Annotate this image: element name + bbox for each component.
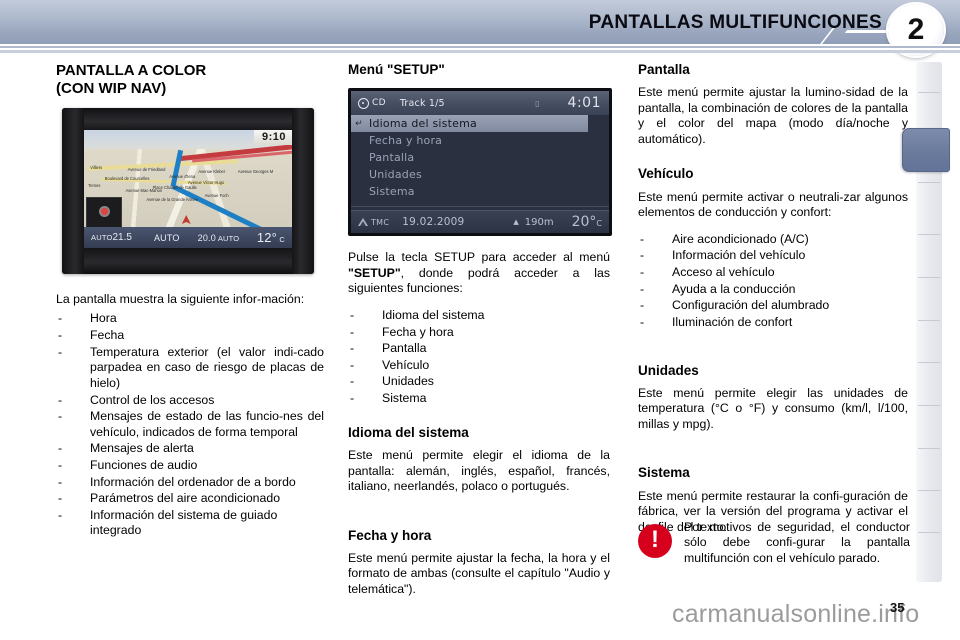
vehiculo-heading: Vehículo (638, 166, 694, 182)
track-indicator: Track 1/5 (399, 97, 445, 109)
nav-screen: Villiers Avenue de Friedland Avenue Kleb… (84, 130, 292, 248)
list-item: Parámetros del aire acondicionado (56, 491, 324, 507)
altitude-display: 190m (524, 216, 554, 228)
safety-warning-box: ! Por motivos de seguridad, el conductor… (638, 520, 910, 566)
list-item: Aire acondicionado (A/C) (638, 232, 908, 248)
setup-menu-item-label: Unidades (369, 168, 422, 182)
fecha-heading: Fecha y hora (348, 527, 432, 543)
setup-intro-part1: Pulse la tecla SETUP para acceder al men… (348, 250, 610, 265)
list-item: Mensajes de estado de las funcio-nes del… (56, 409, 324, 440)
setup-outside-temperature: 20°C (571, 214, 602, 231)
display-info-list: Hora Fecha Temperatura exterior (el valo… (56, 311, 324, 539)
left-column: PANTALLA A COLOR (CON WIP NAV) Villiers … (56, 62, 324, 549)
setup-intro-paragraph: Pulse la tecla SETUP para acceder al men… (348, 250, 610, 296)
warning-exclamation-icon: ! (638, 524, 672, 558)
list-item: Información del ordenador de a bordo (56, 475, 324, 491)
setup-menu-item-fecha[interactable]: Fecha y hora (351, 132, 609, 149)
outside-temperature: 12° C (256, 230, 285, 245)
list-item: Temperatura exterior (el valor indi-cado… (56, 345, 324, 392)
chapter-tab-active[interactable] (902, 128, 950, 172)
list-item: Ayuda a la conducción (638, 282, 908, 298)
hvac-center: AUTO (153, 232, 180, 243)
list-item: Control de los accesos (56, 393, 324, 409)
pantalla-body: Este menú permite ajustar la lumino-sida… (638, 85, 908, 146)
fecha-body: Este menú permite ajustar la fecha, la h… (348, 550, 610, 596)
unidades-heading: Unidades (638, 362, 699, 378)
setup-menu-screenshot: CD Track 1/5 ▯ 4:01 ↵ Idioma del sistema… (348, 88, 612, 237)
display-bezel-top (62, 108, 314, 130)
list-item: Unidades (348, 374, 610, 390)
tmc-label: TMC (371, 217, 390, 227)
setup-menu-list: ↵ Idioma del sistema Fecha y hora Pantal… (351, 115, 609, 200)
tmc-icon (358, 218, 368, 227)
page-number: 35 (890, 600, 905, 615)
display-bezel-right (292, 108, 314, 274)
setup-menu-item-label: Fecha y hora (369, 134, 443, 148)
audio-source-label: CD (372, 98, 386, 109)
heading-line-1: PANTALLA A COLOR (56, 62, 207, 79)
setup-menu-item-unidades[interactable]: Unidades (351, 166, 609, 183)
watermark: carmanualsonline.info (672, 600, 920, 628)
setup-menu-item-sistema[interactable]: Sistema (351, 183, 609, 200)
display-bezel-bottom (62, 248, 314, 274)
cd-icon (358, 97, 369, 109)
altitude-arrow-icon: ▲ (513, 218, 519, 227)
list-item: Mensajes de alerta (56, 441, 324, 457)
setup-status-bar-top: CD Track 1/5 ▯ 4:01 (351, 91, 609, 116)
list-item: Información del vehículo (638, 248, 908, 264)
list-item: Idioma del sistema (348, 308, 610, 324)
left-column-heading: PANTALLA A COLOR (CON WIP NAV) (56, 62, 324, 98)
setup-status-bar-bottom: TMC 19.02.2009 ▲ 190m 20°C (351, 211, 609, 234)
chapter-number: 2 (907, 13, 925, 46)
hvac-right: 20.0 AUTO (197, 232, 240, 243)
page-header: PANTALLAS MULTIFUNCIONES 2 (0, 0, 960, 56)
setup-menu-item-label: Sistema (369, 185, 415, 199)
setup-menu-item-pantalla[interactable]: Pantalla (351, 149, 609, 166)
date-display: 19.02.2009 (402, 216, 465, 229)
setup-menu-item-label: Idioma del sistema (369, 117, 477, 131)
idioma-heading: Idioma del sistema (348, 424, 469, 440)
color-display-photo: Villiers Avenue de Friedland Avenue Kleb… (62, 108, 314, 274)
setup-intro-bold: "SETUP" (348, 265, 401, 280)
idioma-body: Este menú permite elegir el idioma de la… (348, 448, 610, 494)
hvac-left: AUTO21.5 (91, 232, 132, 243)
list-item: Fecha y hora (348, 325, 610, 341)
list-item: Fecha (56, 328, 324, 344)
setup-divider-2 (351, 206, 609, 208)
nav-hvac-bar: AUTO21.5 AUTO 20.0 AUTO 12° C (84, 227, 292, 248)
heading-line-2: (CON WIP NAV) (56, 80, 167, 97)
list-item: Sistema (348, 391, 610, 407)
setup-menu-item-idioma[interactable]: ↵ Idioma del sistema (351, 115, 589, 133)
setup-function-list: Idioma del sistema Fecha y hora Pantalla… (348, 308, 610, 407)
middle-column: Menú "SETUP" CD Track 1/5 ▯ 4:01 ↵ Idiom… (348, 62, 612, 608)
track-time: 4:01 (567, 95, 601, 112)
header-rule (0, 44, 960, 53)
nav-clock: 9:10 (253, 130, 292, 145)
warning-text: Por motivos de seguridad, el conductor s… (684, 520, 910, 565)
list-item: Iluminación de confort (638, 315, 908, 331)
list-item: Funciones de audio (56, 458, 324, 474)
setup-menu-heading: Menú "SETUP" (348, 62, 445, 77)
sistema-heading: Sistema (638, 465, 690, 481)
memory-icon: ▯ (535, 98, 540, 108)
setup-menu-item-label: Pantalla (369, 151, 415, 165)
list-item: Vehículo (348, 358, 610, 374)
vehiculo-list: Aire acondicionado (A/C) Información del… (638, 232, 908, 331)
return-arrow-icon: ↵ (355, 118, 363, 129)
unidades-body: Este menú permite elegir las unidades de… (638, 385, 908, 431)
list-item: Acceso al vehículo (638, 265, 908, 281)
list-item: Información del sistema de guiado integr… (56, 508, 324, 539)
list-item: Hora (56, 311, 324, 327)
pantalla-heading: Pantalla (638, 62, 690, 77)
list-item: Pantalla (348, 341, 610, 357)
list-item: Configuración del alumbrado (638, 298, 908, 314)
vehiculo-body: Este menú permite activar o neutrali-zar… (638, 189, 908, 220)
display-bezel-left (62, 108, 84, 274)
right-column: Pantalla Este menú permite ajustar la lu… (638, 62, 908, 546)
left-lead-text: La pantalla muestra la siguiente infor-­… (56, 292, 305, 306)
